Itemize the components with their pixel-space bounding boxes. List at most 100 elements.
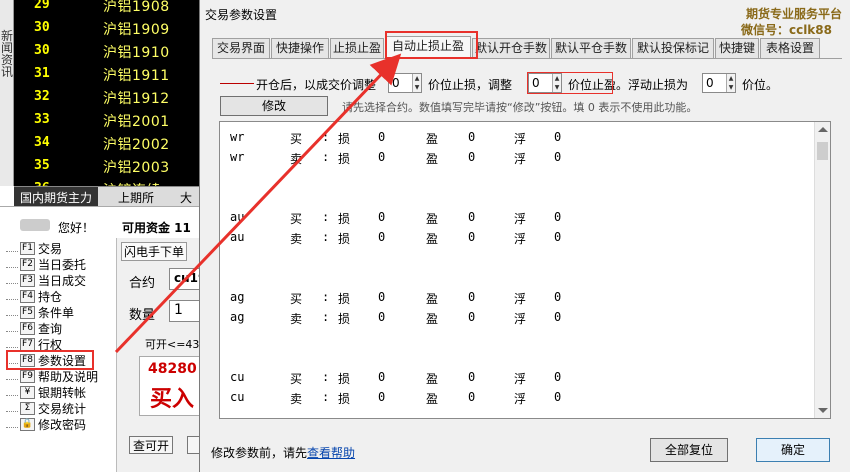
account-bar: 您好！ 可用资金 11 [0,206,204,242]
stop-loss-ticks-spinner[interactable]: 0 ▲ ▼ [388,73,422,93]
footer-text: 修改参数前，请先查看帮助 [211,444,355,461]
tab-0[interactable]: 交易界面 [212,38,270,58]
menu-item-9[interactable]: ¥ 银期转帐 [6,384,86,400]
cell-profit-label: 盈 [426,392,439,406]
contract-label: 合约 [129,276,156,291]
tab-4[interactable]: 默认开仓手数 [472,38,550,58]
cell-float-label: 浮 [514,232,527,246]
function-key-icon: F4 [20,289,35,303]
quote-row-number: 32 [34,89,50,104]
menu-item-label: 帮助及说明 [38,369,99,384]
cell-loss-label: 损 [338,152,351,166]
menu-item-f32[interactable]: F3 当日成交 [6,272,86,288]
view-help-link[interactable]: 查看帮助 [307,446,355,460]
tab-quick-order[interactable]: 闪电手下单 [121,242,188,261]
tab-5[interactable]: 默认平仓手数 [551,38,631,58]
menu-item-f54[interactable]: F5 条件单 [6,304,74,320]
cell-loss-label: 损 [338,372,351,386]
quote-row[interactable]: 34 沪铝2002 [0,132,200,155]
quote-row-number: 29 [34,0,50,12]
quote-row[interactable]: 35 沪铝2003 [0,155,200,178]
scroll-up-icon[interactable] [818,127,828,132]
buy-label: 买入 [150,386,195,412]
list-item[interactable]: cu 买: 损 0 盈 0 浮 0 [220,368,810,386]
quote-row[interactable]: 29 沪铝1908 [0,0,200,17]
ok-button[interactable]: 确定 [756,438,830,462]
param-line-marker [220,83,254,84]
quote-row[interactable]: 31 沪铝1911 [0,63,200,86]
tab-6[interactable]: 默认投保标记 [632,38,714,58]
menu-item-10[interactable]: Σ 交易统计 [6,400,86,416]
tab-7[interactable]: 快捷键 [715,38,759,58]
tab-1[interactable]: 快捷操作 [271,38,329,58]
cell-profit: 0 [468,130,476,144]
quote-row[interactable]: 30 沪铝1910 [0,40,200,63]
list-item[interactable]: au 卖: 损 0 盈 0 浮 0 [220,228,810,246]
list-item[interactable]: au 买: 损 0 盈 0 浮 0 [220,208,810,226]
quote-row[interactable]: 30 沪铝1909 [0,17,200,40]
cell-sep: : [322,210,330,224]
menu-item-f65[interactable]: F6 查询 [6,320,62,336]
cell-float-label: 浮 [514,292,527,306]
order-panel: 闪电手下单 合约 cu19 数量 1 可开<=43 48280 买入 查可开 [116,238,209,472]
cell-loss: 0 [378,230,386,244]
menu-item-f43[interactable]: F4 持仓 [6,288,62,304]
quote-contract-name: 沪铝1911 [103,68,170,84]
menu-item-label: 当日成交 [38,273,87,288]
scroll-thumb[interactable] [817,142,828,160]
modify-button[interactable]: 修改 [220,96,328,116]
param-text-end: 价位。 [742,78,779,92]
spinner-arrows-icon[interactable]: ▲ ▼ [412,74,421,92]
tab-shfe[interactable]: 上期所 [112,187,160,207]
watermark-line1: 期货专业服务平台 [745,7,842,21]
param-text-stoploss: 价位止损，调整 [428,78,513,92]
cell-side: 买 [290,292,303,306]
news-side-tab[interactable]: 新闻资讯 [0,0,14,186]
cell-loss-label: 损 [338,292,351,306]
menu-item-f98[interactable]: F9 帮助及说明 [6,368,98,384]
list-item[interactable]: ag 卖: 损 0 盈 0 浮 0 [220,308,810,326]
buy-price: 48280 [148,361,197,377]
instruction-hint: 请先选择合约。数值填写完毕请按“修改”按钮。填 0 表示不使用此功能。 [342,101,698,114]
contract-params-list[interactable]: wr 买: 损 0 盈 0 浮 0 wr 卖: 损 0 盈 0 浮 0 au 买: 损 0 盈 0 浮 0 au 卖: 损 0 盈 0 浮 0… [219,121,831,419]
quote-row[interactable]: 33 沪铝2001 [0,109,200,132]
function-key-icon: F7 [20,337,35,351]
quote-row[interactable]: 32 沪铝1912 [0,86,200,109]
cell-loss: 0 [378,310,386,324]
menu-item-label: 修改密码 [38,417,87,432]
param-text-open: 开仓后，以成交价调整 [256,78,377,92]
cell-sep: : [322,390,330,404]
cell-loss-label: 损 [338,392,351,406]
tab-domestic-futures[interactable]: 国内期货主力 [14,187,99,207]
trade-params-dialog: 交易参数设置 期货专业服务平台 微信号：cclk88 交易界面 快捷操作 止损止盈自… [199,0,850,472]
menu-item-11[interactable]: 🔒 修改密码 [6,416,86,432]
tab-2[interactable]: 止损止盈 [330,38,384,58]
tab-8[interactable]: 表格设置 [760,38,820,58]
cell-profit-label: 盈 [426,132,439,146]
trailing-stop-spinner[interactable]: 0 ▲ ▼ [702,73,736,93]
reset-all-button[interactable]: 全部复位 [650,438,728,462]
list-item[interactable]: wr 买: 损 0 盈 0 浮 0 [220,128,810,146]
list-scrollbar[interactable] [814,122,830,418]
cell-side: 卖 [290,232,303,246]
cell-float-label: 浮 [514,152,527,166]
price-field-highlight-box [527,72,613,94]
cell-profit: 0 [468,370,476,384]
quote-row[interactable]: 36沪锌连续 [0,178,200,186]
f8-highlight-box [6,350,94,370]
menu-item-f10[interactable]: F1 交易 [6,240,62,256]
list-item[interactable]: cu 卖: 损 0 盈 0 浮 0 [220,388,810,406]
cell-profit-label: 盈 [426,292,439,306]
cell-side: 买 [290,212,303,226]
quote-contract-name: 沪铝2001 [103,114,170,130]
tree-connector [6,388,18,396]
cell-code: wr [230,150,245,164]
function-key-icon: 🔒 [20,417,35,431]
scroll-down-icon[interactable] [818,408,828,413]
check-available-button[interactable]: 查可开 [129,436,174,454]
cell-side: 买 [290,132,303,146]
spinner-arrows-icon[interactable]: ▲ ▼ [726,74,735,92]
list-item[interactable]: ag 买: 损 0 盈 0 浮 0 [220,288,810,306]
list-item[interactable]: wr 卖: 损 0 盈 0 浮 0 [220,148,810,166]
menu-item-f21[interactable]: F2 当日委托 [6,256,86,272]
